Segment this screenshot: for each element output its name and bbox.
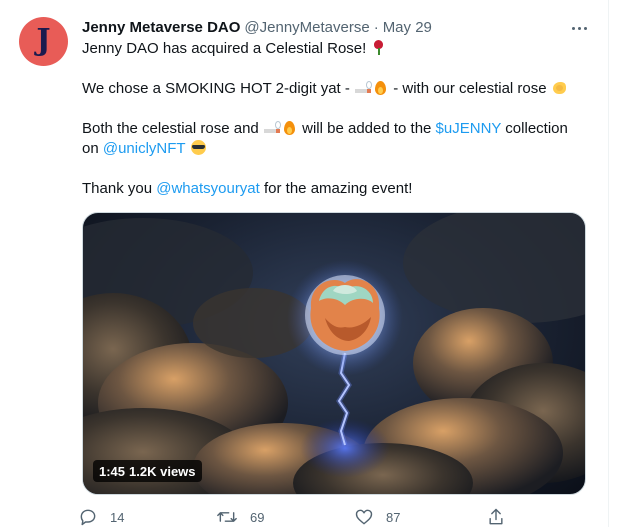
like-button[interactable]: 87 <box>354 507 400 527</box>
flexed-biceps-emoji <box>551 79 568 96</box>
tweet-text: - with our celestial rose <box>389 80 547 97</box>
video-stats-badge: 1:45 1.2K views <box>93 460 202 482</box>
reply-button[interactable]: 14 <box>78 507 124 527</box>
reply-count: 14 <box>110 509 125 525</box>
smiling-face-with-sunglasses-emoji <box>190 139 207 156</box>
video-duration: 1:45 <box>99 463 126 479</box>
tweet-text-line-1: Jenny DAO has acquired a Celestial Rose! <box>82 39 387 59</box>
tweet-text: Thank you <box>82 180 157 197</box>
like-count: 87 <box>386 509 401 525</box>
cashtag-link[interactable]: $uJENNY <box>436 120 502 137</box>
tweet-text-line-3: Both the celestial rose and will be adde… <box>82 119 568 139</box>
retweet-button[interactable]: 69 <box>216 507 264 527</box>
tweet-text: will be added to the <box>297 120 436 137</box>
mention-link-unicly[interactable]: @uniclyNFT <box>103 140 185 157</box>
fire-emoji <box>372 79 389 96</box>
cigarette-emoji <box>354 79 373 96</box>
video-player[interactable]: 1:45 1.2K views <box>82 212 586 495</box>
tweet-header: Jenny Metaverse DAO @JennyMetaverse · Ma… <box>82 19 432 39</box>
tweet-text: We chose a SMOKING HOT 2-digit yat - <box>82 80 355 97</box>
share-icon <box>489 508 503 525</box>
video-views: 1.2K views <box>129 463 196 479</box>
video-frame <box>83 213 585 494</box>
heart-icon <box>355 509 373 525</box>
fire-emoji <box>281 119 298 136</box>
avatar-letter: J <box>36 23 51 58</box>
tweet-actions: 14 69 87 <box>78 507 518 527</box>
avatar[interactable]: J <box>19 17 68 66</box>
mention-link-whatsyouryat[interactable]: @whatsyouryat <box>156 180 260 197</box>
reply-icon <box>80 509 96 526</box>
more-options-icon[interactable] <box>567 18 591 38</box>
tweet-text: Jenny DAO has acquired a Celestial Rose! <box>82 40 367 57</box>
tweet-text: collection <box>501 120 568 137</box>
tweet-text-line-5: Thank you @whatsyouryat for the amazing … <box>82 179 412 199</box>
separator-dot: · <box>373 19 379 36</box>
timeline-border <box>608 0 609 527</box>
tweet-card[interactable]: J Jenny Metaverse DAO @JennyMetaverse · … <box>0 0 608 527</box>
share-button[interactable] <box>486 507 506 527</box>
retweet-count: 69 <box>250 509 265 525</box>
tweet-text: on <box>82 140 103 157</box>
tweet-text-line-2: We chose a SMOKING HOT 2-digit yat - - w… <box>82 79 568 99</box>
cigarette-emoji <box>263 119 281 136</box>
tweet-text-line-4: on @uniclyNFT <box>82 139 207 159</box>
rose-emoji <box>370 39 387 56</box>
tweet-date[interactable]: May 29 <box>383 19 432 36</box>
user-handle[interactable]: @JennyMetaverse <box>244 19 369 36</box>
tweet-text: for the amazing event! <box>259 180 413 197</box>
display-name[interactable]: Jenny Metaverse DAO <box>82 19 240 36</box>
tweet-text: Both the celestial rose and <box>82 120 263 137</box>
retweet-icon <box>217 512 237 522</box>
